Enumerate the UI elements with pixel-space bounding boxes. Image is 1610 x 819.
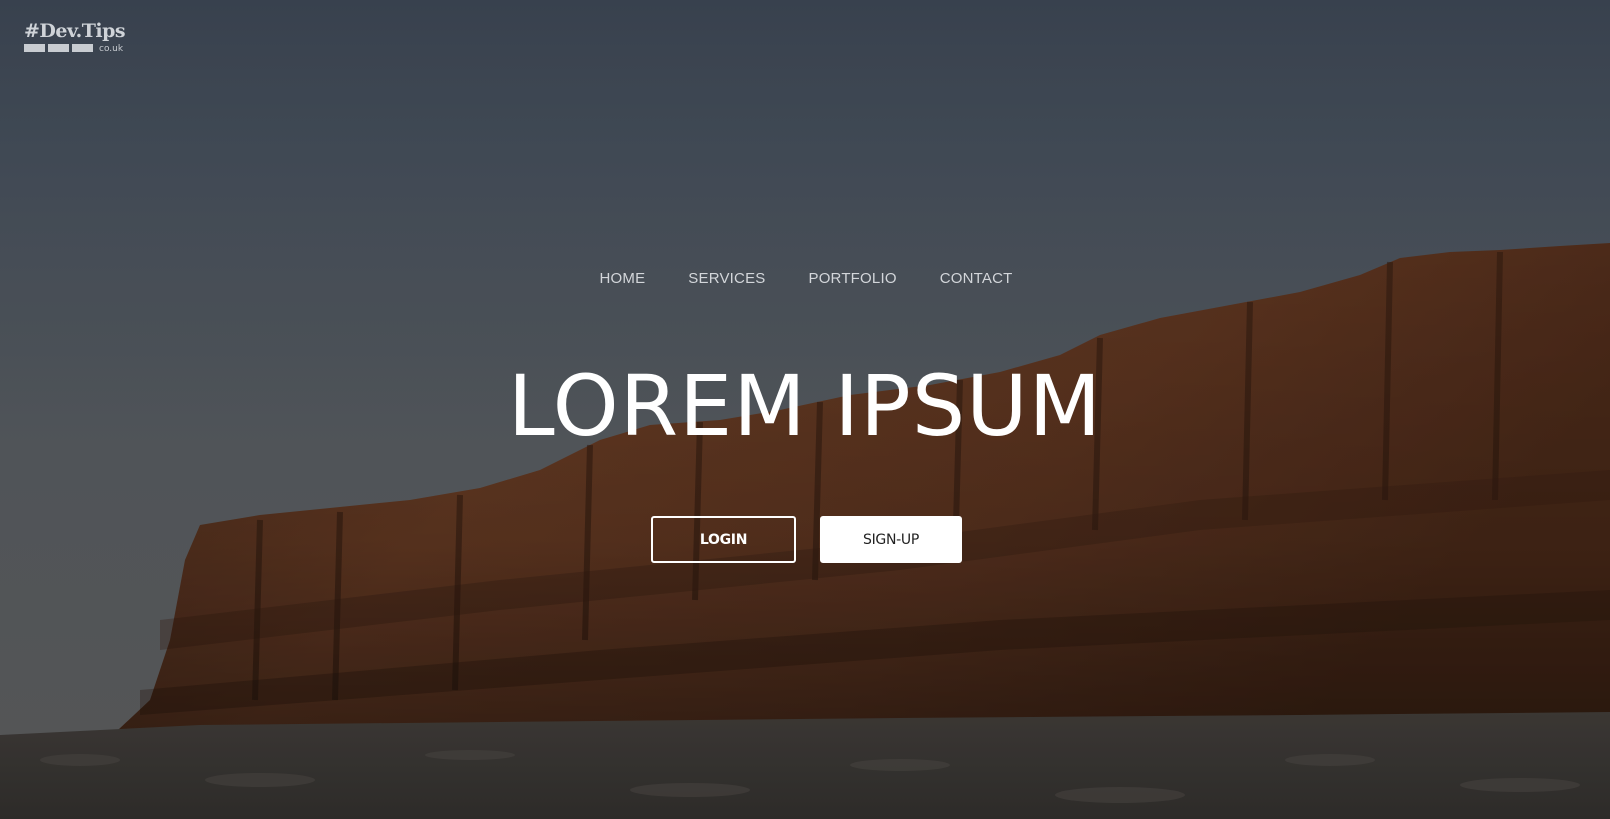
logo-bar	[72, 44, 93, 52]
nav-link-portfolio[interactable]: PORTFOLIO	[808, 270, 896, 288]
logo-bar	[48, 44, 69, 52]
hero-title: LOREM IPSUM	[507, 357, 1103, 455]
site-logo[interactable]: #Dev.Tips co.uk	[24, 20, 128, 56]
logo-bars	[24, 44, 93, 52]
hero-buttons: LOGIN SIGN-UP	[0, 516, 1610, 563]
login-button[interactable]: LOGIN	[651, 516, 796, 563]
logo-text: #Dev.Tips	[24, 20, 126, 42]
nav-link-contact[interactable]: CONTACT	[940, 270, 1013, 288]
signup-button[interactable]: SIGN-UP	[820, 516, 962, 563]
hero-section: #Dev.Tips co.uk HOME SERVICES PORTFOLIO …	[0, 0, 1610, 819]
nav-link-home[interactable]: HOME	[599, 270, 645, 288]
main-navigation: HOME SERVICES PORTFOLIO CONTACT	[0, 270, 1610, 288]
logo-bar	[24, 44, 45, 52]
logo-domain-suffix: co.uk	[99, 44, 124, 54]
nav-link-services[interactable]: SERVICES	[688, 270, 765, 288]
